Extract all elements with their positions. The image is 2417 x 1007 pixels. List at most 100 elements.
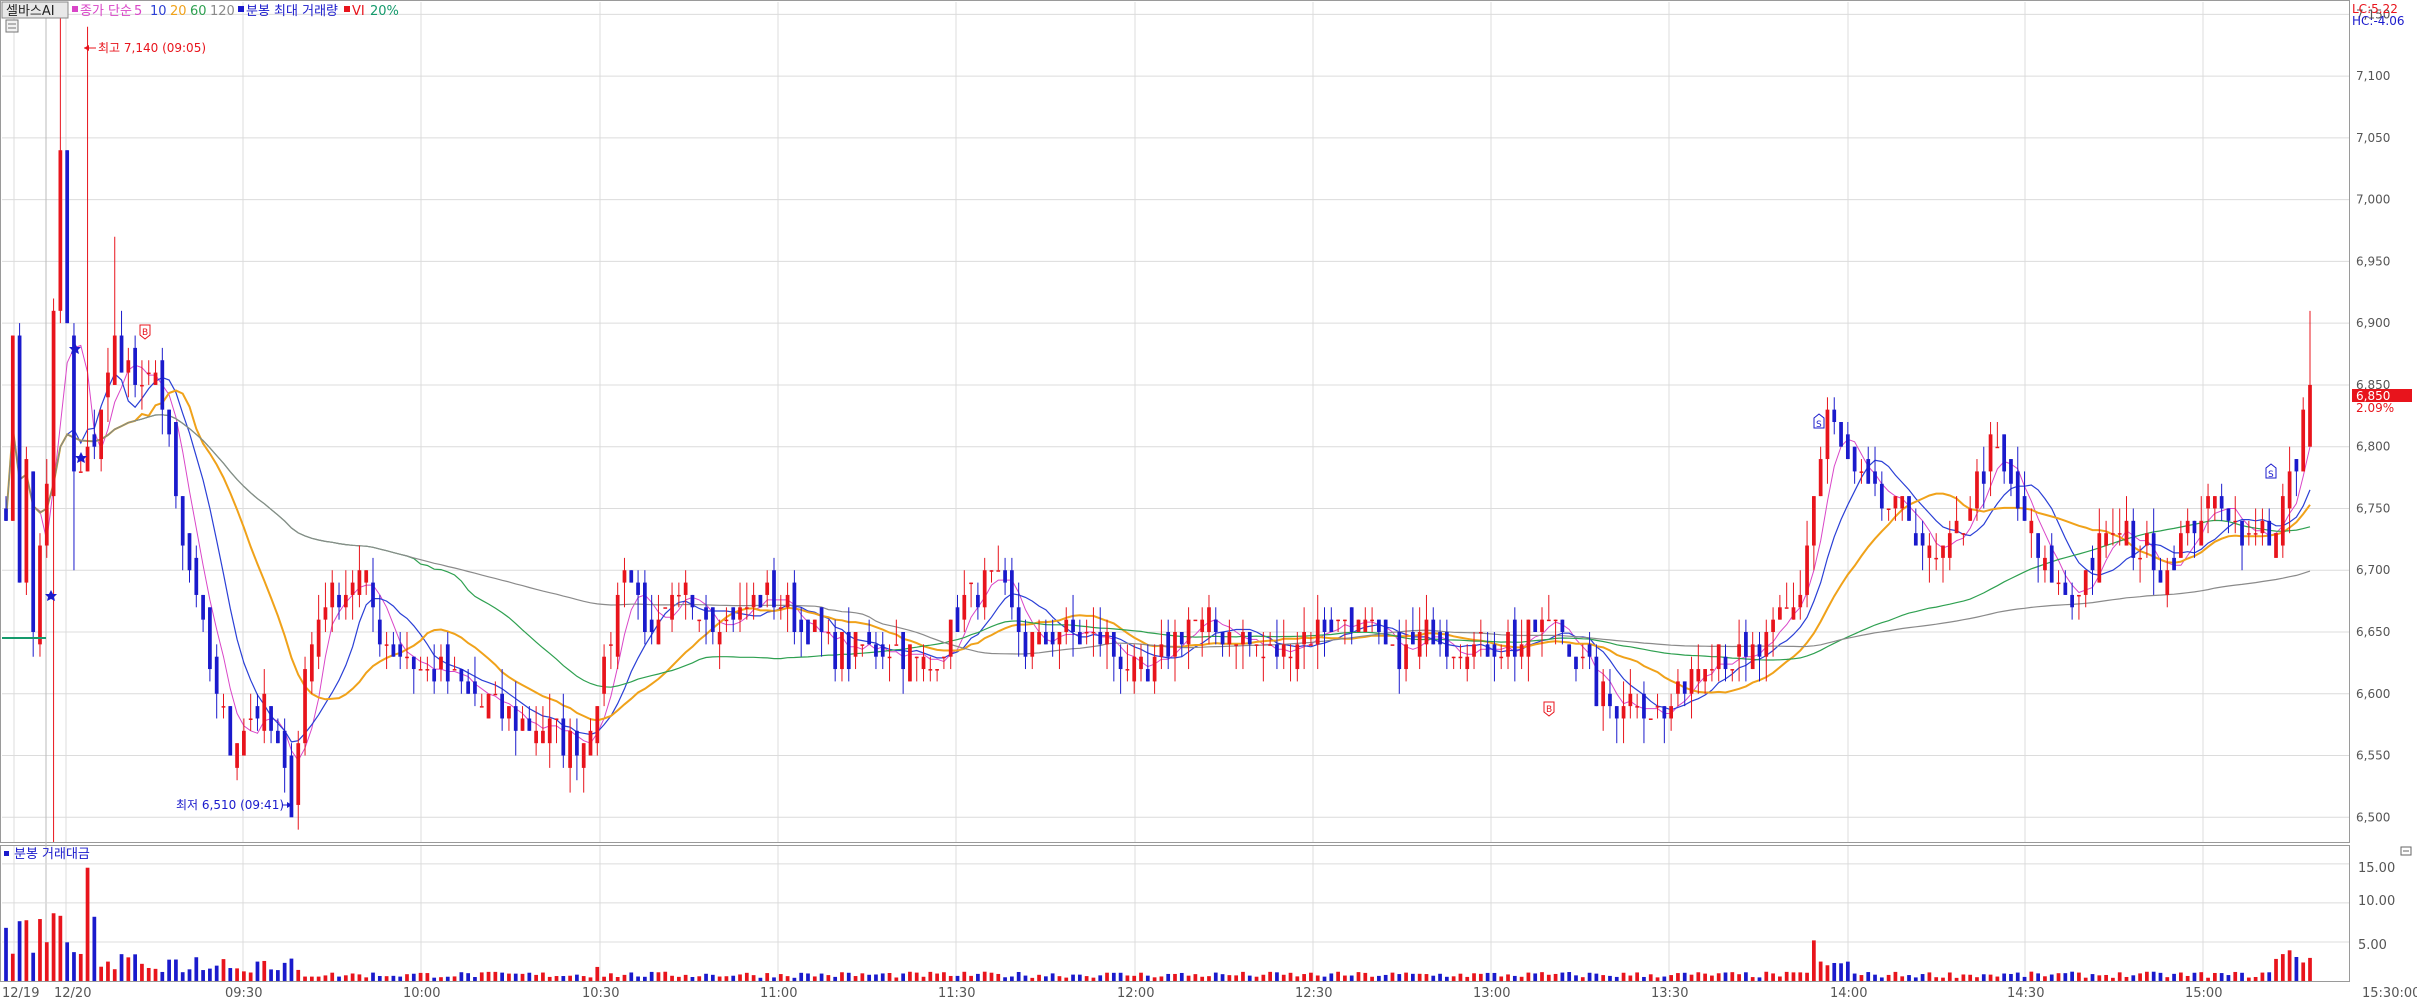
candle-body (425, 669, 430, 671)
volume-bar (751, 975, 756, 981)
candle-body (1343, 619, 1347, 622)
candle-body (119, 335, 124, 373)
volume-bar (1968, 974, 1973, 981)
volume-bar (38, 919, 42, 981)
candle-body (2090, 557, 2095, 571)
candle-body (744, 607, 749, 609)
volume-bar (1601, 975, 1606, 981)
volume-bar (1866, 972, 1871, 981)
candle-body (935, 669, 939, 671)
volume-bar (1927, 972, 1932, 981)
candle-body (1010, 570, 1014, 608)
volume-bar (1784, 971, 1789, 981)
stock-chart-svg[interactable]: 6,5006,5506,6006,6506,7006,7506,8006,850… (0, 0, 2417, 1004)
candle-body (384, 644, 389, 646)
candle-body (1322, 619, 1327, 632)
ma20-line (5, 389, 2311, 722)
candle-body (609, 644, 613, 646)
candle-body (1193, 619, 1198, 622)
volume-bar (874, 974, 878, 981)
candle-body (1784, 607, 1789, 609)
candle-body (615, 594, 620, 657)
volume-bar (962, 971, 967, 981)
candle-body (1411, 632, 1415, 645)
volume-bar (418, 972, 423, 981)
candle-body (901, 632, 905, 670)
volume-bar (1302, 974, 1306, 981)
candle-body (2117, 533, 2122, 535)
candle-body (452, 669, 457, 671)
volume-bar (133, 954, 137, 981)
volume-bar (887, 972, 892, 981)
candle-body (78, 471, 83, 473)
candle-body (622, 570, 627, 583)
volume-bar (303, 976, 307, 981)
volume-bar (894, 977, 899, 981)
volume-bar (744, 972, 749, 981)
volume-bar (1370, 976, 1374, 981)
volume-bar (384, 976, 389, 981)
candle-body (2077, 594, 2081, 597)
volume-bar (269, 969, 273, 981)
candle-body (1288, 656, 1293, 659)
volume-bar (1098, 975, 1103, 981)
volume-bar (337, 976, 341, 981)
volume-bar (1798, 972, 1803, 981)
price-axis: 6,5006,5506,6006,6506,7006,7506,8006,850… (2356, 7, 2390, 824)
volume-bar (765, 973, 770, 981)
volume-bar (1179, 972, 1184, 981)
candle-body (867, 632, 872, 645)
candle-body (1336, 619, 1340, 622)
volume-bar (1879, 977, 1884, 981)
price-grid (2, 2, 2349, 981)
volume-bar (1397, 974, 1402, 981)
candle-body (778, 607, 783, 609)
volume-bar (2172, 973, 2176, 981)
candle-body (710, 607, 715, 632)
candle-body (330, 582, 335, 608)
volume-bar (2294, 956, 2299, 981)
volume-bar (1438, 973, 1442, 981)
volume-bar (153, 968, 158, 981)
volume-bar (785, 976, 790, 981)
volume-bar (942, 972, 946, 981)
volume-bar (1458, 973, 1463, 981)
candle-body (683, 582, 688, 595)
candle-body (575, 730, 579, 756)
time-tick-label: 11:30 (938, 986, 975, 1001)
volume-bar (588, 977, 593, 981)
volume-bar (2199, 972, 2204, 981)
candle-body (1723, 656, 1728, 670)
volume-bar (520, 973, 525, 981)
candle-body (1750, 644, 1755, 670)
candle-body (296, 743, 301, 805)
candle-body (2145, 533, 2149, 546)
candle-body (704, 607, 708, 620)
volume-bar (914, 972, 919, 981)
volume-bar (2002, 973, 2007, 981)
candle-body (2165, 570, 2170, 595)
volume-bar (1587, 972, 1592, 981)
symbol-name: 셀바스AI (6, 4, 55, 19)
volume-bar (1010, 976, 1014, 981)
candle-body (2246, 533, 2251, 535)
volume-bar (1947, 972, 1952, 981)
volume-bar (2260, 972, 2265, 981)
volume-bar (1750, 977, 1755, 981)
candle-body (2219, 496, 2224, 509)
candle-body (1050, 632, 1055, 645)
candle-body (1506, 632, 1510, 657)
volume-bar (316, 976, 321, 981)
candle-body (595, 706, 600, 744)
volume-axis: 15.00 10.00 5.00 (2358, 861, 2395, 953)
settings-icon[interactable] (5, 19, 19, 33)
volume-bar (1574, 975, 1578, 981)
volume-bar (880, 973, 885, 981)
svg-text:B: B (1546, 705, 1552, 715)
candle-body (1873, 471, 1877, 484)
volume-bar (1723, 972, 1728, 981)
volume-bar (1057, 976, 1062, 981)
candle-body (1417, 632, 1422, 657)
volume-bar (1356, 972, 1361, 981)
candle-body (1574, 656, 1578, 670)
